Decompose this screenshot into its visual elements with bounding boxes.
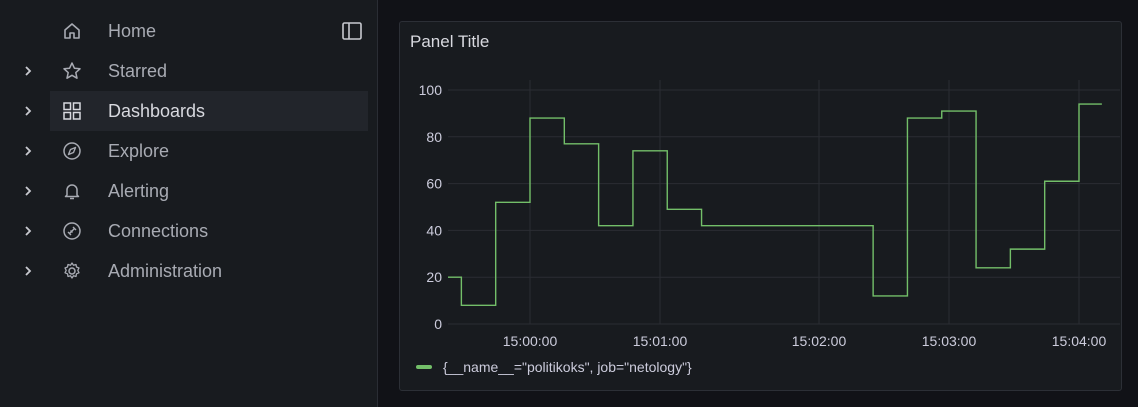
x-tick-label: 15:01:00 [633,333,688,349]
legend-swatch [416,365,432,369]
sidebar-item-administration[interactable]: Administration [0,251,368,291]
sidebar-item-label: Dashboards [108,101,206,121]
sidebar-item-connections[interactable]: Connections [0,211,368,251]
chart-legend[interactable]: {__name__="politikoks", job="netology"} [416,359,692,375]
chevron-right-icon[interactable] [20,63,36,79]
sidebar-item-label: Home [108,21,157,41]
timeseries-chart[interactable]: 0 20 40 60 80 100 15:00:00 15:01:00 15:02:00 15:0… [400,22,1121,390]
sidebar-item-label: Connections [108,221,209,241]
sidebar-item-alerting[interactable]: Alerting [0,171,368,211]
chevron-right-icon[interactable] [20,183,36,199]
sidebar-item-explore[interactable]: Explore [0,131,368,171]
home-icon [62,21,82,41]
sidebar-item-label: Alerting [108,181,170,201]
star-icon [62,61,82,81]
compass-icon [62,141,82,161]
sidebar-nav: Home Starred Dashboards Explore Alerting… [0,0,378,407]
sidebar-item-label: Starred [108,61,168,81]
y-tick-label: 0 [434,316,442,332]
series-line [448,103,1102,306]
chevron-right-icon[interactable] [20,223,36,239]
chevron-right-icon[interactable] [20,263,36,279]
sidebar-item-dashboards-expander[interactable] [0,91,50,131]
sidebar-item-label: Administration [108,261,223,281]
grid-icon [62,101,82,121]
y-tick-label: 40 [426,222,442,238]
y-tick-label: 60 [426,176,442,192]
x-tick-label: 15:03:00 [922,333,977,349]
gear-icon [62,261,82,281]
y-tick-label: 80 [426,129,442,145]
legend-series-label[interactable]: {__name__="politikoks", job="netology"} [443,359,692,375]
x-tick-label: 15:04:00 [1052,333,1107,349]
y-tick-label: 100 [419,82,443,98]
dock-sidebar-icon[interactable] [342,22,362,40]
sidebar-item-dashboards[interactable]: Dashboards [50,91,368,131]
chevron-right-icon[interactable] [20,143,36,159]
x-tick-label: 15:00:00 [503,333,558,349]
bell-icon [62,181,82,201]
x-tick-label: 15:02:00 [792,333,847,349]
sidebar-item-label: Explore [108,141,170,161]
sidebar-item-starred[interactable]: Starred [0,51,368,91]
dashboard-panel[interactable]: Panel Title 0 20 40 60 80 100 15:00:00 15:01:00… [399,21,1122,391]
chevron-right-icon[interactable] [20,103,36,119]
plug-icon [62,221,82,241]
sidebar-item-home[interactable]: Home [0,11,368,51]
y-tick-label: 20 [426,269,442,285]
